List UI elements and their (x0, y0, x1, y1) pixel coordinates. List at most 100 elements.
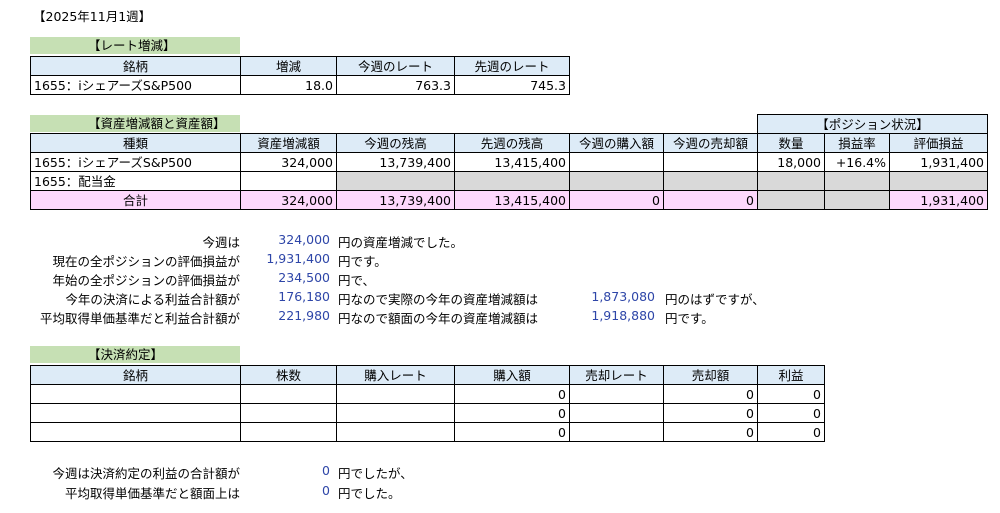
cell[interactable] (663, 171, 758, 191)
cell[interactable] (336, 422, 455, 442)
cell[interactable] (240, 384, 337, 404)
report-title: 【2025年11月1週】 (33, 9, 152, 24)
col-header: 損益率 (824, 133, 890, 153)
cell[interactable]: 0 (454, 384, 570, 404)
summary-value: 176,180 (278, 289, 330, 304)
cell[interactable] (454, 171, 570, 191)
cell[interactable]: 1655：iシェアーズS&P500 (30, 152, 241, 172)
summary-value: 1,931,400 (266, 251, 330, 266)
cell[interactable]: 1655：iシェアーズS&P500 (30, 75, 241, 95)
cell[interactable]: 0 (757, 403, 825, 423)
cell[interactable] (757, 171, 825, 191)
cell[interactable]: 13,415,400 (454, 152, 570, 172)
cell[interactable]: 0 (663, 384, 758, 404)
cell[interactable]: +16.4% (824, 152, 890, 172)
cell[interactable]: 0 (454, 403, 570, 423)
col-header: 今週の残高 (336, 133, 455, 153)
cell[interactable]: 0 (757, 384, 825, 404)
col-header: 購入レート (336, 365, 455, 385)
table-row: 0 0 0 (30, 422, 825, 442)
cell[interactable]: 324,000 (240, 190, 337, 210)
table-row: 1655：iシェアーズS&P500 324,000 13,739,400 13,… (30, 152, 988, 172)
table-total-row: 合計 324,000 13,739,400 13,415,400 0 0 1,9… (30, 190, 988, 210)
cell[interactable]: 763.3 (336, 75, 455, 95)
summary-text: 円で、 (338, 273, 376, 288)
cell[interactable] (240, 171, 337, 191)
cell[interactable]: 18.0 (240, 75, 337, 95)
cell[interactable]: 1,931,400 (889, 152, 988, 172)
cell[interactable] (889, 171, 988, 191)
cell[interactable] (30, 384, 241, 404)
table-header-row: 銘柄 株数 購入レート 購入額 売却レート 売却額 利益 (30, 365, 825, 385)
rate-section-header: 【レート増減】 (30, 37, 240, 54)
summary-label: 今年の決済による利益合計額が (65, 292, 240, 307)
table-row: 1655：iシェアーズS&P500 18.0 763.3 745.3 (30, 75, 570, 95)
cell[interactable]: 0 (663, 190, 758, 210)
cell[interactable] (824, 190, 890, 210)
cell[interactable]: 13,415,400 (454, 190, 570, 210)
cell[interactable] (569, 422, 664, 442)
col-header: 数量 (757, 133, 825, 153)
position-status-header: 【ポジション状況】 (757, 114, 988, 134)
cell[interactable] (569, 152, 664, 172)
summary-value: 221,980 (278, 308, 330, 323)
cell[interactable] (336, 403, 455, 423)
summary-text: 円です。 (665, 311, 714, 326)
summary-text: 円なので実際の今年の資産増減額は (338, 292, 539, 307)
table-row: 0 0 0 (30, 384, 825, 404)
cell[interactable]: 745.3 (454, 75, 570, 95)
col-header: 銘柄 (30, 365, 241, 385)
cell[interactable]: 0 (757, 422, 825, 442)
cell[interactable] (569, 171, 664, 191)
cell[interactable] (30, 422, 241, 442)
summary-value: 1,918,880 (591, 308, 655, 323)
closing-value: 0 (322, 463, 330, 478)
table-row: 0 0 0 (30, 403, 825, 423)
col-header: 今週の売却額 (663, 133, 758, 153)
settlement-section-header: 【決済約定】 (30, 346, 240, 363)
cell[interactable] (569, 403, 664, 423)
summary-text: 円のはずですが、 (665, 292, 765, 307)
cell[interactable]: 13,739,400 (336, 190, 455, 210)
summary-label: 現在の全ポジションの評価損益が (52, 254, 240, 269)
table-header-row: 銘柄 増減 今週のレート 先週のレート (30, 56, 570, 76)
cell[interactable] (663, 152, 758, 172)
cell[interactable] (336, 171, 455, 191)
closing-value: 0 (322, 483, 330, 498)
summary-text: 円です。 (338, 254, 387, 269)
cell[interactable]: 13,739,400 (336, 152, 455, 172)
summary-text: 円なので額面の今年の資産増減額は (338, 311, 539, 326)
cell[interactable] (240, 422, 337, 442)
cell[interactable] (336, 384, 455, 404)
summary-value: 1,873,080 (591, 289, 655, 304)
summary-value: 234,500 (278, 270, 330, 285)
summary-label: 年始の全ポジションの評価損益が (52, 273, 240, 288)
cell[interactable] (757, 190, 825, 210)
cell[interactable] (569, 384, 664, 404)
cell[interactable] (30, 403, 241, 423)
cell[interactable]: 0 (663, 422, 758, 442)
table-row: 1655：配当金 (30, 171, 988, 191)
cell[interactable] (240, 403, 337, 423)
cell[interactable]: 0 (454, 422, 570, 442)
summary-text: 円の資産増減でした。 (338, 235, 464, 250)
col-header: 先週の残高 (454, 133, 570, 153)
col-header: 種類 (30, 133, 241, 153)
col-header: 利益 (757, 365, 825, 385)
cell[interactable]: 18,000 (757, 152, 825, 172)
closing-text: 円でしたが、 (338, 466, 413, 481)
cell[interactable]: 0 (569, 190, 664, 210)
cell[interactable]: 1,931,400 (889, 190, 988, 210)
col-header: 株数 (240, 365, 337, 385)
assets-table: 【ポジション状況】 種類 資産増減額 今週の残高 先週の残高 今週の購入額 今週… (30, 114, 988, 210)
cell[interactable]: 324,000 (240, 152, 337, 172)
summary-value: 324,000 (278, 232, 330, 247)
col-header: 購入額 (454, 365, 570, 385)
summary-label: 今週は (202, 235, 240, 250)
rate-table: 銘柄 増減 今週のレート 先週のレート 1655：iシェアーズS&P500 18… (30, 56, 570, 95)
cell[interactable]: 1655：配当金 (30, 171, 241, 191)
closing-text: 円でした。 (338, 486, 401, 501)
cell[interactable]: 合計 (30, 190, 241, 210)
cell[interactable]: 0 (663, 403, 758, 423)
cell[interactable] (824, 171, 890, 191)
